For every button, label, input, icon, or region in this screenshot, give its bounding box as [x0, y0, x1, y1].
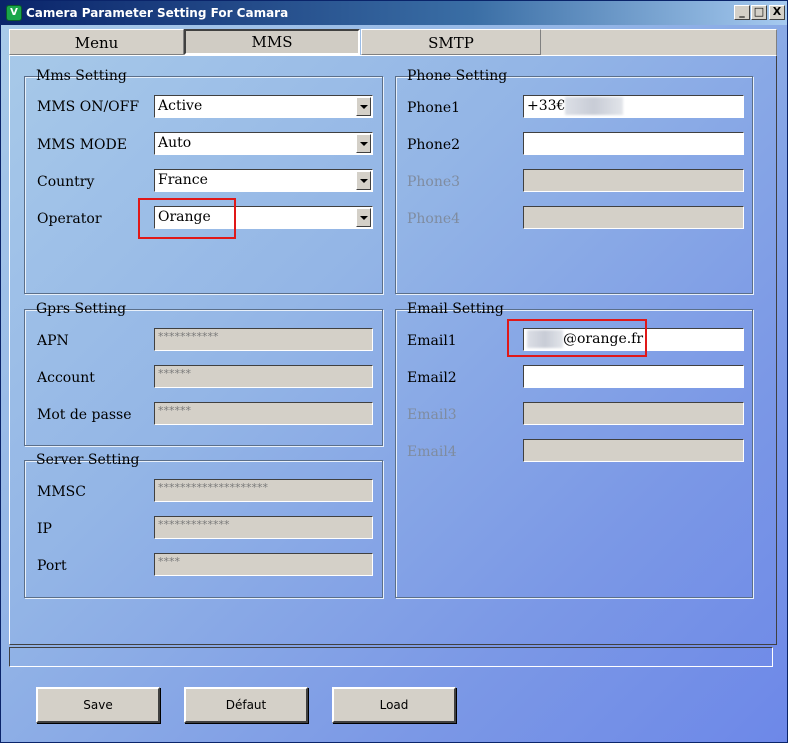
tab-mms[interactable]: MMS — [184, 29, 360, 55]
phone3-field — [523, 169, 744, 192]
phone2-field[interactable] — [523, 132, 744, 155]
password-field: ****** — [154, 402, 373, 425]
apn-field: *********** — [154, 328, 373, 351]
maximize-button[interactable]: □ — [751, 5, 767, 20]
group-title: Mms Setting — [36, 68, 127, 84]
email4-field — [523, 439, 744, 462]
operator-label: Operator — [37, 211, 102, 227]
minimize-button[interactable]: _ — [734, 5, 750, 20]
email4-label: Email4 — [407, 444, 457, 460]
chevron-down-icon[interactable] — [356, 208, 371, 227]
email2-label: Email2 — [407, 370, 457, 386]
title-bar[interactable]: V Camera Parameter Setting For Camara _ … — [1, 1, 787, 25]
mmsc-field: ******************** — [154, 479, 373, 502]
country-value: France — [158, 172, 208, 188]
ip-field: ************* — [154, 516, 373, 539]
country-select[interactable]: France — [154, 169, 373, 192]
phone1-field[interactable]: +33€ — [523, 95, 744, 118]
mms-mode-label: MMS MODE — [37, 137, 127, 153]
redacted-blur — [565, 97, 624, 115]
tab-smtp[interactable]: SMTP — [361, 29, 541, 55]
account-label: Account — [37, 370, 95, 386]
email3-field — [523, 402, 744, 425]
email2-field[interactable] — [523, 365, 744, 388]
country-label: Country — [37, 174, 95, 190]
tab-menu[interactable]: Menu — [9, 29, 184, 55]
phone2-label: Phone2 — [407, 137, 461, 153]
close-button[interactable]: X — [769, 5, 785, 20]
status-bar — [9, 647, 773, 667]
email3-label: Email3 — [407, 407, 457, 423]
group-title: Server Setting — [36, 452, 140, 468]
group-title: Phone Setting — [407, 68, 508, 84]
app-logo-icon: V — [6, 5, 22, 21]
account-field: ****** — [154, 365, 373, 388]
email1-highlight-box — [507, 319, 647, 357]
mmsc-label: MMSC — [37, 484, 86, 500]
password-label: Mot de passe — [37, 407, 132, 423]
phone3-label: Phone3 — [407, 174, 461, 190]
email1-label: Email1 — [407, 333, 457, 349]
chevron-down-icon[interactable] — [356, 134, 371, 153]
app-window: V Camera Parameter Setting For Camara _ … — [0, 0, 788, 743]
window-title: Camera Parameter Setting For Camara — [26, 6, 289, 20]
group-title: Gprs Setting — [36, 301, 127, 317]
mms-onoff-select[interactable]: Active — [154, 95, 373, 118]
load-button[interactable]: Load — [332, 687, 456, 723]
phone4-label: Phone4 — [407, 211, 461, 227]
ip-label: IP — [37, 521, 52, 537]
mms-onoff-label: MMS ON/OFF — [37, 99, 140, 115]
apn-label: APN — [37, 333, 69, 349]
chevron-down-icon[interactable] — [356, 171, 371, 190]
mms-mode-select[interactable]: Auto — [154, 132, 373, 155]
mms-mode-value: Auto — [158, 135, 192, 151]
save-button[interactable]: Save — [36, 687, 160, 723]
port-field: **** — [154, 553, 373, 576]
phone4-field — [523, 206, 744, 229]
phone1-label: Phone1 — [407, 100, 461, 116]
phone1-value: +33€ — [527, 98, 566, 114]
chevron-down-icon[interactable] — [356, 97, 371, 116]
operator-highlight-box — [138, 198, 236, 239]
group-title: Email Setting — [407, 301, 504, 317]
default-button[interactable]: Défaut — [184, 687, 308, 723]
tab-strip-filler — [541, 29, 777, 55]
port-label: Port — [37, 558, 67, 574]
mms-onoff-value: Active — [158, 98, 203, 114]
